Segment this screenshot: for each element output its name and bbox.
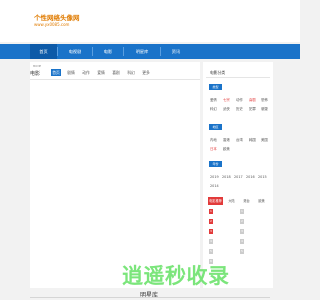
genre-link[interactable]: 恐怖 bbox=[261, 97, 268, 102]
region-link[interactable]: 欧美 bbox=[223, 146, 230, 151]
rank-number: 5 bbox=[209, 249, 213, 254]
rank-number: 4 bbox=[240, 239, 244, 244]
section-divider bbox=[30, 79, 200, 80]
tab-drama[interactable]: 剧情 bbox=[66, 69, 76, 76]
year-link[interactable]: 2014 bbox=[210, 184, 219, 188]
genre-link[interactable]: 犯罪 bbox=[249, 106, 256, 111]
rank-number: 1 bbox=[209, 209, 213, 214]
region-heading: 地区 bbox=[209, 124, 222, 130]
nav-item-news[interactable]: 资讯 bbox=[161, 44, 191, 59]
tab-home[interactable]: 首页 bbox=[51, 69, 61, 76]
genre-link[interactable]: 七宗 bbox=[223, 97, 230, 102]
nav-item-home[interactable]: 首页 bbox=[30, 44, 57, 59]
region-link[interactable]: 韩国 bbox=[249, 137, 256, 142]
watermark-text: 逍遥秒收录 bbox=[122, 264, 230, 288]
tab-action[interactable]: 动作 bbox=[81, 69, 91, 76]
genre-link[interactable]: 悬疑 bbox=[261, 106, 268, 111]
region-link[interactable]: 台湾 bbox=[236, 137, 243, 142]
rank-number: 2 bbox=[209, 219, 213, 224]
header: 个性网络头像网 www.yx0085.com bbox=[0, 0, 300, 42]
year-heading: 年份 bbox=[209, 161, 222, 167]
genre-link[interactable]: 动作 bbox=[236, 97, 243, 102]
year-link[interactable]: 2017 bbox=[234, 175, 243, 179]
ranking-tab-recommended[interactable]: 电影推荐 bbox=[208, 197, 223, 205]
year-link[interactable]: 2018 bbox=[222, 175, 231, 179]
genre-link[interactable]: 科幻 bbox=[210, 106, 217, 111]
genre-heading: 类型 bbox=[209, 84, 222, 90]
sidebar-divider bbox=[206, 77, 270, 78]
region-link[interactable]: 美国 bbox=[261, 137, 268, 142]
footer-divider bbox=[30, 297, 270, 298]
tab-comedy[interactable]: 喜剧 bbox=[111, 69, 121, 76]
rank-number: 3 bbox=[209, 229, 213, 234]
genre-link[interactable]: 历史 bbox=[236, 106, 243, 111]
region-link[interactable]: 香港 bbox=[223, 137, 230, 142]
year-link[interactable]: 2015 bbox=[258, 175, 267, 179]
ranking-tab-hktw[interactable]: 港台 bbox=[240, 197, 253, 205]
rank-number: 5 bbox=[240, 249, 244, 254]
rank-number: 1 bbox=[240, 209, 244, 214]
tab-more[interactable]: 更多 bbox=[141, 69, 151, 76]
rank-number: 2 bbox=[240, 219, 244, 224]
tab-romance[interactable]: 爱情 bbox=[96, 69, 106, 76]
ranking-tab-mainland[interactable]: 大陆 bbox=[225, 197, 238, 205]
year-link[interactable]: 2016 bbox=[246, 175, 255, 179]
genre-link[interactable]: 武侠 bbox=[223, 106, 230, 111]
site-logo-title[interactable]: 个性网络头像网 bbox=[34, 12, 80, 22]
year-link[interactable]: 2019 bbox=[210, 175, 219, 179]
movie-list-panel bbox=[30, 62, 200, 288]
genre-link[interactable]: 喜剧 bbox=[249, 97, 256, 102]
rank-number: 4 bbox=[209, 239, 213, 244]
nav-item-stars[interactable]: 明星库 bbox=[124, 44, 160, 59]
main-nav: 首页 电视剧 电影 明星库 资讯 bbox=[0, 44, 300, 59]
ranking-tab-west[interactable]: 欧美 bbox=[255, 197, 268, 205]
site-logo-url: www.yx0085.com bbox=[34, 22, 70, 27]
region-link[interactable]: 日本 bbox=[210, 146, 217, 151]
rank-number: 3 bbox=[240, 229, 244, 234]
nav-item-tv[interactable]: 电视剧 bbox=[58, 44, 92, 59]
region-link[interactable]: 内地 bbox=[210, 137, 217, 142]
section-subtitle: MOVIE bbox=[33, 65, 42, 68]
genre-link[interactable]: 爱情 bbox=[210, 97, 217, 102]
sidebar-title: 电影分类 bbox=[210, 70, 226, 75]
nav-item-movies[interactable]: 电影 bbox=[93, 44, 123, 59]
tab-scifi[interactable]: 科幻 bbox=[126, 69, 136, 76]
section-title: 电影 bbox=[30, 71, 41, 77]
